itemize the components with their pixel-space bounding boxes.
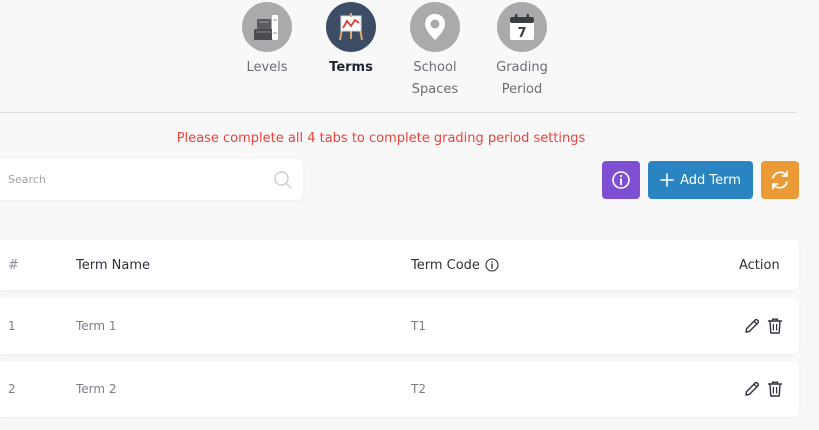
tab-terms-circle: [326, 2, 376, 52]
books-icon: [254, 15, 278, 40]
search-box: [0, 159, 303, 200]
tab-label: Levels: [246, 60, 288, 75]
add-term-label: Add Term: [680, 172, 741, 188]
info-button[interactable]: [602, 161, 640, 199]
plus-icon: [660, 173, 674, 187]
table-header: # Term Name Term Code Action: [0, 240, 799, 290]
row-actions: [743, 298, 783, 354]
divider: [0, 112, 797, 113]
table-row: 2 Term 2 T2: [0, 361, 799, 417]
table-row: 1 Term 1 T1: [0, 298, 799, 354]
easel-chart-icon: [339, 13, 363, 41]
column-header-number: #: [8, 257, 19, 273]
term-code: T1: [411, 319, 426, 333]
term-name: Term 2: [76, 382, 117, 396]
search-input[interactable]: [0, 159, 260, 200]
column-header-term-code-label: Term Code: [411, 257, 480, 273]
column-header-term-code[interactable]: Term Code: [411, 240, 499, 290]
grading-settings-page: Levels Terms School Spaces 7 Grading Per…: [0, 0, 819, 430]
tab-label: School Spaces: [411, 60, 459, 97]
row-number: 2: [8, 382, 16, 396]
edit-button[interactable]: [743, 317, 761, 335]
pencil-icon: [745, 318, 760, 333]
tab-levels[interactable]: Levels: [222, 2, 312, 79]
refresh-icon: [772, 170, 788, 190]
tab-grading-period[interactable]: 7 Grading Period: [477, 2, 567, 101]
completion-notice: Please complete all 4 tabs to complete g…: [176, 131, 586, 146]
term-code: T2: [411, 382, 426, 396]
info-icon[interactable]: [485, 258, 499, 272]
search-icon[interactable]: [273, 170, 293, 190]
tab-label: Terms: [329, 60, 373, 75]
tab-school-spaces[interactable]: School Spaces: [390, 2, 480, 101]
row-number: 1: [8, 319, 16, 333]
delete-button[interactable]: [767, 380, 783, 398]
column-header-term-name[interactable]: Term Name: [76, 240, 150, 290]
tab-label: Grading Period: [496, 60, 548, 97]
row-actions: [743, 361, 783, 417]
edit-button[interactable]: [743, 380, 761, 398]
calendar-icon: 7: [510, 14, 534, 41]
column-header-action: Action: [739, 257, 780, 273]
map-pin-icon: [425, 14, 445, 40]
tab-levels-circle: [242, 2, 292, 52]
tab-school-spaces-circle: [410, 2, 460, 52]
calendar-day: 7: [517, 26, 526, 41]
refresh-button[interactable]: [761, 161, 799, 199]
tab-terms[interactable]: Terms: [306, 2, 396, 79]
pencil-icon: [745, 381, 760, 396]
term-name: Term 1: [76, 319, 117, 333]
trash-icon: [767, 318, 783, 334]
info-icon: [612, 171, 630, 189]
add-term-button[interactable]: Add Term: [648, 161, 753, 199]
tab-grading-period-circle: 7: [497, 2, 547, 52]
trash-icon: [767, 381, 783, 397]
delete-button[interactable]: [767, 317, 783, 335]
